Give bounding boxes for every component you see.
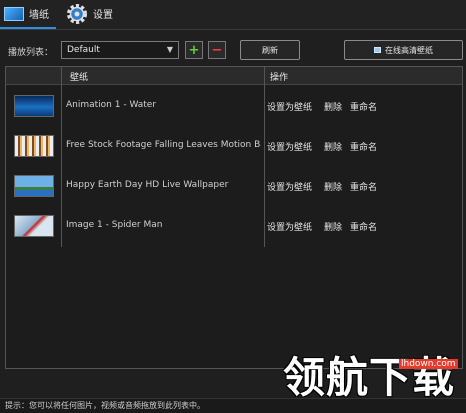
- playlist-label: 播放列表：: [8, 48, 54, 58]
- tab-settings-label: 设置: [93, 10, 113, 21]
- wallpaper-name: Happy Earth Day HD Live Wallpaper: [66, 180, 229, 190]
- set-wallpaper-link[interactable]: 设置为壁纸: [267, 220, 312, 233]
- rename-link[interactable]: 重命名: [350, 100, 377, 113]
- set-wallpaper-link[interactable]: 设置为壁纸: [267, 100, 312, 113]
- rename-link[interactable]: 重命名: [350, 180, 377, 193]
- remove-playlist-button[interactable]: −: [208, 41, 226, 59]
- set-wallpaper-link[interactable]: 设置为壁纸: [267, 180, 312, 193]
- table-row[interactable]: Free Stock Footage Falling Leaves Motion…: [6, 126, 462, 166]
- wallpaper-name: Animation 1 - Water: [66, 100, 157, 110]
- wallpaper-table: 壁纸 操作 Animation 1 - Water 设置为壁纸 删除 重命名 F…: [5, 66, 463, 369]
- thumbnail-image: [14, 135, 54, 157]
- set-wallpaper-link[interactable]: 设置为壁纸: [267, 140, 312, 153]
- online-wallpaper-label: 在线高清壁纸: [385, 45, 433, 55]
- wallpaper-icon: [4, 6, 24, 21]
- table-row[interactable]: Image 1 - Spider Man 设置为壁纸 删除 重命名: [6, 206, 462, 246]
- status-hint-text: 提示：您可以将任何图片，视频或音频拖放到此列表中。: [5, 401, 205, 410]
- refresh-button[interactable]: 刷新: [240, 40, 300, 60]
- refresh-button-label: 刷新: [262, 45, 278, 55]
- tab-wallpaper-label: 墙纸: [29, 10, 49, 21]
- chevron-down-icon: ▼: [166, 45, 173, 54]
- gear-icon: [67, 3, 87, 24]
- watermark: 领航下载 lhdown.com: [283, 354, 463, 402]
- tab-settings[interactable]: 设置: [66, 0, 113, 27]
- column-header-actions: 操作: [270, 73, 289, 83]
- online-wallpaper-button[interactable]: 在线高清壁纸: [344, 40, 463, 60]
- wallpaper-name: Image 1 - Spider Man: [66, 220, 163, 230]
- thumbnail-image: [14, 95, 54, 117]
- thumbnail-image: [14, 215, 54, 237]
- delete-link[interactable]: 删除: [324, 180, 342, 193]
- column-header-wallpaper: 壁纸: [70, 73, 89, 83]
- delete-link[interactable]: 删除: [324, 220, 342, 233]
- divider: [0, 29, 466, 30]
- table-row[interactable]: Happy Earth Day HD Live Wallpaper 设置为壁纸 …: [6, 166, 462, 206]
- thumbnail-image: [14, 175, 54, 197]
- wallpaper-name: Free Stock Footage Falling Leaves Motion…: [66, 140, 261, 150]
- table-row[interactable]: Animation 1 - Water 设置为壁纸 删除 重命名: [6, 86, 462, 126]
- watermark-url: lhdown.com: [399, 359, 458, 369]
- tab-wallpaper[interactable]: 墙纸: [0, 0, 56, 29]
- tab-bar: 墙纸 设置: [0, 0, 466, 30]
- playlist-select-value: Default: [67, 45, 100, 55]
- table-header: 壁纸 操作: [6, 67, 462, 85]
- delete-link[interactable]: 删除: [324, 100, 342, 113]
- add-playlist-button[interactable]: +: [185, 41, 203, 59]
- rename-link[interactable]: 重命名: [350, 220, 377, 233]
- playlist-select[interactable]: Default ▼: [61, 41, 179, 59]
- image-icon: [374, 47, 381, 53]
- delete-link[interactable]: 删除: [324, 140, 342, 153]
- rename-link[interactable]: 重命名: [350, 140, 377, 153]
- status-bar: 提示：您可以将任何图片，视频或音频拖放到此列表中。: [0, 398, 466, 413]
